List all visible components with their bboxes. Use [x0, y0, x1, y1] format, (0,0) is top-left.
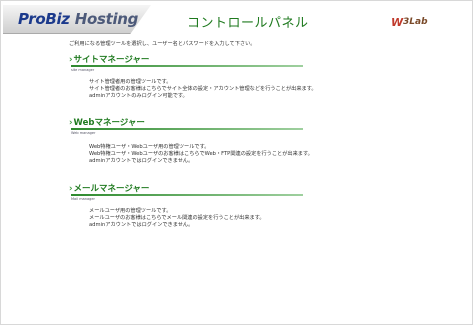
section-divider: [71, 65, 303, 67]
description-line: adminアカウントではログインできません。: [89, 158, 194, 164]
mail-manager-title: メールマネージャー: [73, 184, 150, 194]
description-line: Web特権ユーザ・Webユーザ用の管理ツールです。: [89, 144, 210, 150]
web-manager-link[interactable]: ›Webマネージャー: [69, 116, 145, 128]
page-frame: ProBiz Hosting コントロールパネル W 3Lab ご利用になる管理…: [0, 0, 473, 325]
header: ProBiz Hosting コントロールパネル W 3Lab: [1, 1, 472, 37]
description-line: サイト管理者のお客様はこちらでサイト全体の設定・アカウント管理などを行うことが出…: [89, 86, 317, 92]
web-manager-subtitle: Web manager: [71, 131, 96, 135]
logo-hosting: Hosting: [74, 10, 139, 28]
chevron-right-icon: ›: [69, 55, 73, 65]
page-title: コントロールパネル: [187, 16, 309, 31]
description-line: Web特権ユーザ・Webユーザのお客様はこちらでWeb・FTP関連の設定を行うこ…: [89, 151, 313, 157]
description-line: adminアカウントのみログイン可能です。: [89, 93, 188, 99]
site-manager-link[interactable]: ›サイトマネージャー: [69, 53, 149, 65]
chevron-right-icon: ›: [69, 184, 73, 194]
description-line: メールユーザのお客様はこちらでメール関連の設定を行うことが出来ます。: [89, 215, 265, 221]
web-manager-title: Webマネージャー: [73, 118, 145, 128]
description-line: メールユーザ用の管理ツールです。: [89, 208, 172, 214]
intro-text: ご利用になる管理ツールを選択し、ユーザー名とパスワードを入力して下さい。: [69, 41, 256, 47]
mail-manager-description: メールユーザ用の管理ツールです。 メールユーザのお客様はこちらでメール関連の設定…: [89, 208, 265, 229]
logo: ProBiz Hosting: [18, 9, 138, 29]
web-manager-description: Web特権ユーザ・Webユーザ用の管理ツールです。 Web特権ユーザ・Webユー…: [89, 144, 313, 165]
logo-probiz: ProBiz: [18, 10, 70, 28]
site-manager-title: サイトマネージャー: [73, 55, 150, 65]
section-divider: [71, 128, 303, 130]
brand-name: 3Lab: [403, 17, 428, 27]
chevron-right-icon: ›: [69, 118, 73, 128]
site-manager-subtitle: site manager: [71, 68, 95, 72]
mail-manager-subtitle: Mail manager: [71, 197, 95, 201]
description-line: adminアカウントではログインできません。: [89, 222, 194, 228]
section-divider: [71, 194, 303, 196]
mail-manager-link[interactable]: ›メールマネージャー: [69, 182, 149, 194]
site-manager-description: サイト管理者用の管理ツールです。 サイト管理者のお客様はこちらでサイト全体の設定…: [89, 79, 317, 100]
brand-mark: W: [391, 16, 404, 29]
description-line: サイト管理者用の管理ツールです。: [89, 79, 172, 85]
brand-logo: W 3Lab: [391, 15, 441, 29]
